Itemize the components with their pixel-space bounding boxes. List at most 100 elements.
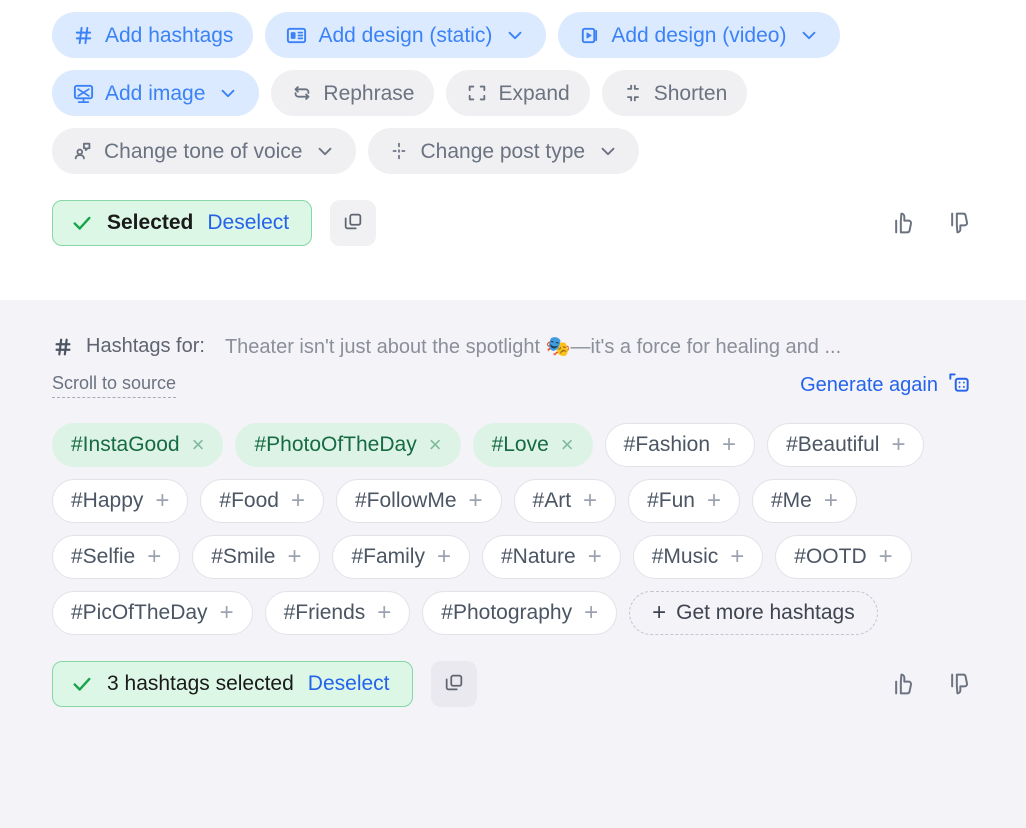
thumbs-up-icon	[888, 209, 916, 237]
rephrase-icon	[291, 82, 313, 104]
hashtag-chip[interactable]: #Fashion+	[605, 423, 755, 467]
hashtag-chip[interactable]: #Happy+	[52, 479, 188, 523]
quick-actions-toolbar: Add hashtags Add design (static) Add desig…	[0, 0, 1026, 300]
expand-icon	[466, 82, 488, 104]
source-post-excerpt: Theater isn't just about the spotlight 🎭…	[225, 334, 841, 359]
add-hashtag-icon[interactable]: +	[287, 545, 301, 569]
add-hashtag-icon[interactable]: +	[584, 601, 598, 625]
selected-label: Selected	[107, 211, 193, 235]
hashtag-label: #Beautiful	[786, 433, 879, 457]
hashtag-chip[interactable]: #Fun+	[628, 479, 740, 523]
hashtag-chip[interactable]: #Family+	[332, 535, 470, 579]
add-hashtag-icon[interactable]: +	[891, 433, 905, 457]
action-chip-label: Expand	[498, 83, 569, 104]
selection-status-row: Selected Deselect	[52, 200, 1026, 246]
thumbs-up-button[interactable]	[888, 209, 916, 237]
copy-button[interactable]	[330, 200, 376, 246]
deselect-link[interactable]: Deselect	[207, 211, 289, 235]
hashtag-chip[interactable]: #Music+	[633, 535, 764, 579]
add-hashtag-icon[interactable]: +	[879, 545, 893, 569]
scroll-to-source-link[interactable]: Scroll to source	[52, 373, 176, 398]
hashtag-label: #Smile	[211, 545, 275, 569]
hashtag-chip[interactable]: #Friends+	[265, 591, 411, 635]
hashtag-label: #Art	[533, 489, 572, 513]
remove-hashtag-icon[interactable]: ×	[561, 434, 574, 456]
action-chip-label: Add design (video)	[611, 25, 786, 46]
action-chip-label: Add hashtags	[105, 25, 233, 46]
generate-again-label: Generate again	[800, 374, 938, 397]
action-chip-label: Change tone of voice	[104, 141, 302, 162]
hashtag-chip[interactable]: #InstaGood×	[52, 423, 223, 467]
hashtag-list: #InstaGood×#PhotoOfTheDay×#Love×#Fashion…	[52, 423, 974, 635]
add-hashtag-icon[interactable]: +	[291, 489, 305, 513]
thumbs-down-button[interactable]	[944, 209, 972, 237]
thumbs-down-icon	[944, 670, 972, 698]
add-hashtag-icon[interactable]: +	[147, 545, 161, 569]
remove-hashtag-icon[interactable]: ×	[429, 434, 442, 456]
add-hashtag-icon[interactable]: +	[437, 545, 451, 569]
chevron-down-icon	[798, 24, 820, 46]
hashtag-label: #Selfie	[71, 545, 135, 569]
get-more-hashtags-button[interactable]: +Get more hashtags	[629, 591, 878, 635]
action-chip-label: Shorten	[654, 83, 728, 104]
add-hashtag-icon[interactable]: +	[588, 545, 602, 569]
hashtag-chip[interactable]: #Smile +	[192, 535, 320, 579]
action-chip-change-tone-of-voice[interactable]: Change tone of voice	[52, 128, 356, 174]
hashtag-chip[interactable]: #Food +	[200, 479, 324, 523]
check-icon	[71, 673, 93, 695]
chevron-down-icon	[504, 24, 526, 46]
add-hashtag-icon[interactable]: +	[469, 489, 483, 513]
thumbs-down-icon	[944, 209, 972, 237]
assistant-suggestion-panel: Add hashtags Add design (static) Add desig…	[0, 0, 1026, 828]
add-hashtag-icon[interactable]: +	[155, 489, 169, 513]
hashtag-label: #Nature	[501, 545, 576, 569]
copy-icon	[443, 672, 465, 697]
add-hashtag-icon[interactable]: +	[730, 545, 744, 569]
thumbs-up-button[interactable]	[888, 670, 916, 698]
hashtag-panel-subheader: Scroll to source Generate again	[52, 369, 974, 401]
deselect-hashtags-link[interactable]: Deselect	[308, 672, 390, 696]
action-chip-expand[interactable]: Expand	[446, 70, 589, 116]
action-chip-label: Add image	[105, 83, 205, 104]
add-hashtag-icon[interactable]: +	[707, 489, 721, 513]
action-chip-change-post-type[interactable]: Change post type	[368, 128, 639, 174]
hashtag-chip[interactable]: #PhotoOfTheDay ×	[235, 423, 460, 467]
hashtag-chip[interactable]: #Beautiful +	[767, 423, 924, 467]
hashtag-chip[interactable]: #Love×	[473, 423, 593, 467]
chevron-down-icon	[314, 140, 336, 162]
action-chip-label: Add design (static)	[318, 25, 492, 46]
hashtag-label: #Food	[219, 489, 279, 513]
action-chip-rephrase[interactable]: Rephrase	[271, 70, 434, 116]
hashtag-label: #PhotoOfTheDay	[254, 433, 416, 457]
action-chip-add-design-static[interactable]: Add design (static)	[265, 12, 546, 58]
image-card-icon	[285, 24, 308, 47]
add-hashtag-icon[interactable]: +	[722, 433, 736, 457]
hashtag-chip[interactable]: #FollowMe+	[336, 479, 502, 523]
add-hashtag-icon[interactable]: +	[220, 601, 234, 625]
hashtag-selection-status-row: 3 hashtags selected Deselect	[52, 661, 974, 707]
hashtag-chip[interactable]: #PicOfTheDay+	[52, 591, 253, 635]
thumbs-down-button[interactable]	[944, 670, 972, 698]
add-hashtag-icon[interactable]: +	[824, 489, 838, 513]
action-chip-shorten[interactable]: Shorten	[602, 70, 748, 116]
generate-again-button[interactable]: Generate again	[800, 369, 972, 401]
hashtag-chip[interactable]: #Photography+	[422, 591, 617, 635]
get-more-hashtags-label: Get more hashtags	[676, 601, 855, 625]
hashtag-chip[interactable]: #Nature +	[482, 535, 621, 579]
quick-actions-row-3: Change tone of voice Change post type	[52, 128, 1026, 174]
check-icon	[71, 212, 93, 234]
video-card-icon	[578, 24, 601, 47]
action-chip-add-image[interactable]: Add image	[52, 70, 259, 116]
remove-hashtag-icon[interactable]: ×	[192, 434, 205, 456]
action-chip-add-hashtags[interactable]: Add hashtags	[52, 12, 253, 58]
hashtag-chip[interactable]: #OOTD+	[775, 535, 911, 579]
hashtags-selected-label: 3 hashtags selected	[107, 672, 294, 696]
copy-hashtags-button[interactable]	[431, 661, 477, 707]
action-chip-add-design-video[interactable]: Add design (video)	[558, 12, 840, 58]
hashtag-chip[interactable]: #Me+	[752, 479, 857, 523]
hashtag-chip[interactable]: #Selfie +	[52, 535, 180, 579]
add-hashtag-icon[interactable]: +	[377, 601, 391, 625]
add-hashtag-icon[interactable]: +	[583, 489, 597, 513]
hashtag-chip[interactable]: #Art +	[514, 479, 617, 523]
selected-status-pill: Selected Deselect	[52, 200, 312, 246]
